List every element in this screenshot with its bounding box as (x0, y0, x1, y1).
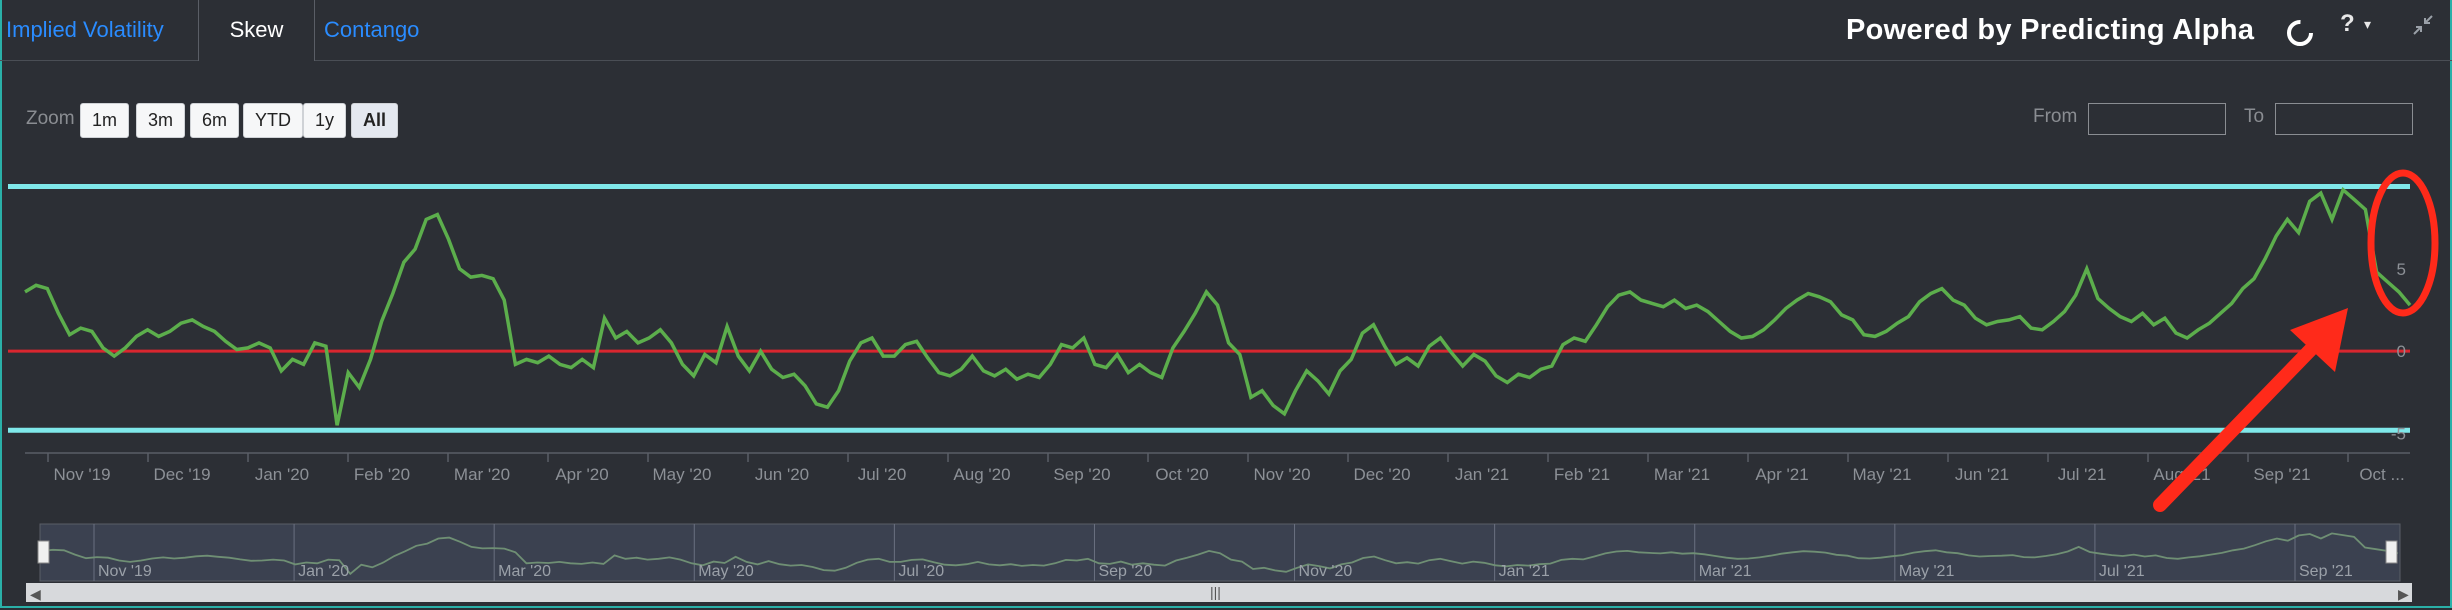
x-tick-label: Jun '21 (1955, 465, 2009, 484)
x-tick-label: Aug '20 (953, 465, 1010, 484)
x-tick-label: Mar '20 (454, 465, 510, 484)
navigator-tick-label: Nov '19 (98, 563, 152, 580)
scroll-left-icon[interactable]: ◀ (30, 586, 41, 602)
y-tick-label: 0 (2397, 342, 2406, 361)
navigator-left-handle[interactable] (37, 540, 50, 564)
navigator-tick-label: Jul '20 (898, 563, 944, 580)
scroll-right-icon[interactable]: ▶ (2398, 586, 2409, 602)
x-tick-label: Oct ... (2359, 465, 2404, 484)
y-tick-label: -5 (2391, 425, 2406, 444)
x-tick-label: May '21 (1853, 465, 1912, 484)
navigator-tick-label: Sep '21 (2299, 563, 2353, 580)
navigator-tick-label: Mar '20 (498, 563, 551, 580)
x-tick-label: Jul '20 (858, 465, 907, 484)
navigator-tick-label: Jan '21 (1499, 563, 1550, 580)
x-tick-label: Dec '19 (153, 465, 210, 484)
navigator-tick-label: Jan '20 (298, 563, 349, 580)
annotation-circle (2367, 169, 2439, 317)
navigator-right-handle[interactable] (2385, 540, 2398, 564)
x-tick-label: Jun '20 (755, 465, 809, 484)
x-tick-label: Jan '21 (1455, 465, 1509, 484)
x-tick-label: Apr '20 (555, 465, 608, 484)
x-tick-label: Mar '21 (1654, 465, 1710, 484)
x-tick-label: Apr '21 (1755, 465, 1808, 484)
x-tick-label: Feb '21 (1554, 465, 1610, 484)
x-tick-label: Nov '19 (53, 465, 110, 484)
x-tick-label: Oct '20 (1155, 465, 1208, 484)
x-tick-label: Dec '20 (1353, 465, 1410, 484)
y-tick-label: 5 (2397, 260, 2406, 279)
x-tick-label: Sep '21 (2253, 465, 2310, 484)
x-tick-label: Jul '21 (2058, 465, 2107, 484)
x-tick-label: Sep '20 (1053, 465, 1110, 484)
x-tick-label: Jan '20 (255, 465, 309, 484)
navigator-tick-label: May '20 (698, 563, 754, 580)
x-tick-label: Feb '20 (354, 465, 410, 484)
navigator-tick-label: Jul '21 (2099, 563, 2145, 580)
skew-series-line (24, 186, 2412, 426)
navigator-tick-label: Mar '21 (1699, 563, 1752, 580)
scrollbar-grip-icon[interactable]: ||| (1210, 584, 1221, 600)
navigator-tick-label: Nov '20 (1299, 563, 1353, 580)
x-tick-label: Nov '20 (1253, 465, 1310, 484)
x-tick-label: May '20 (653, 465, 712, 484)
navigator-tick-label: Sep '20 (1098, 563, 1152, 580)
skew-chart[interactable]: 5 0 -5 Nov '19 Dec '19 Jan '20 Feb '20 Mar '20… (0, 0, 2452, 610)
navigator-tick-label: May '21 (1899, 563, 1955, 580)
